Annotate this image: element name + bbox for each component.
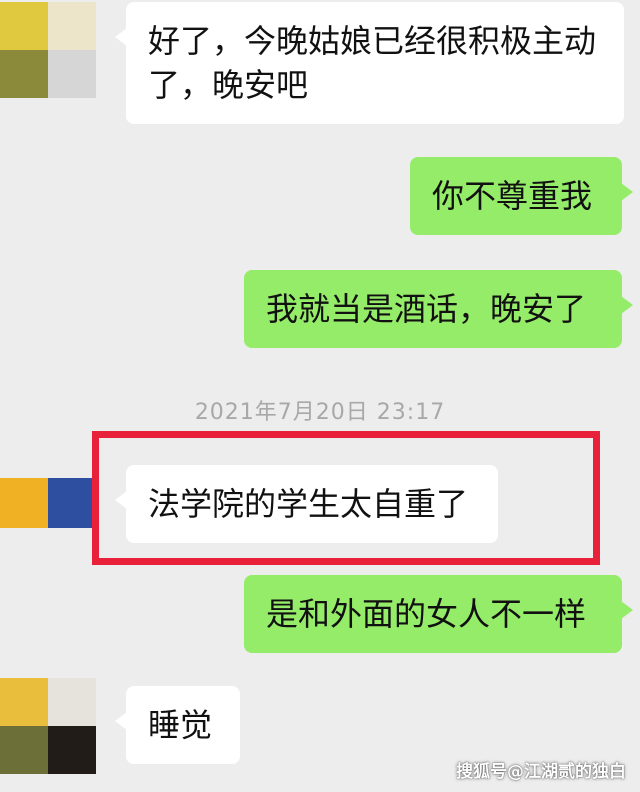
message-text: 是和外面的女人不一样	[266, 595, 587, 633]
watermark: 搜狐号@江湖贰的独白	[456, 762, 626, 782]
message-text: 睡觉	[148, 706, 213, 744]
message-text: 法学院的学生太自重了	[148, 485, 469, 523]
message-timestamp: 2021年7月20日 23:17	[194, 400, 446, 425]
contact-avatar[interactable]	[0, 478, 96, 528]
message-text: 你不尊重我	[432, 177, 593, 215]
outgoing-message[interactable]: 是和外面的女人不一样	[244, 575, 633, 653]
contact-avatar[interactable]	[0, 678, 96, 774]
outgoing-message[interactable]: 我就当是酒话，晚安了	[244, 270, 633, 348]
incoming-message[interactable]: 好了，今晚姑娘已经很积极主动 了，晚安吧	[115, 2, 624, 124]
message-text: 我就当是酒话，晚安了	[266, 290, 587, 328]
outgoing-message[interactable]: 你不尊重我	[410, 157, 633, 235]
message-text-line: 了，晚安吧	[148, 66, 309, 104]
chat-window: 好了，今晚姑娘已经很积极主动 了，晚安吧 你不尊重我 我就当是酒话，晚安了 20…	[0, 0, 640, 792]
message-text-line: 好了，今晚姑娘已经很积极主动	[148, 22, 597, 60]
incoming-message[interactable]: 法学院的学生太自重了	[115, 465, 498, 543]
contact-avatar[interactable]	[0, 2, 96, 98]
incoming-message[interactable]: 睡觉	[115, 686, 240, 764]
